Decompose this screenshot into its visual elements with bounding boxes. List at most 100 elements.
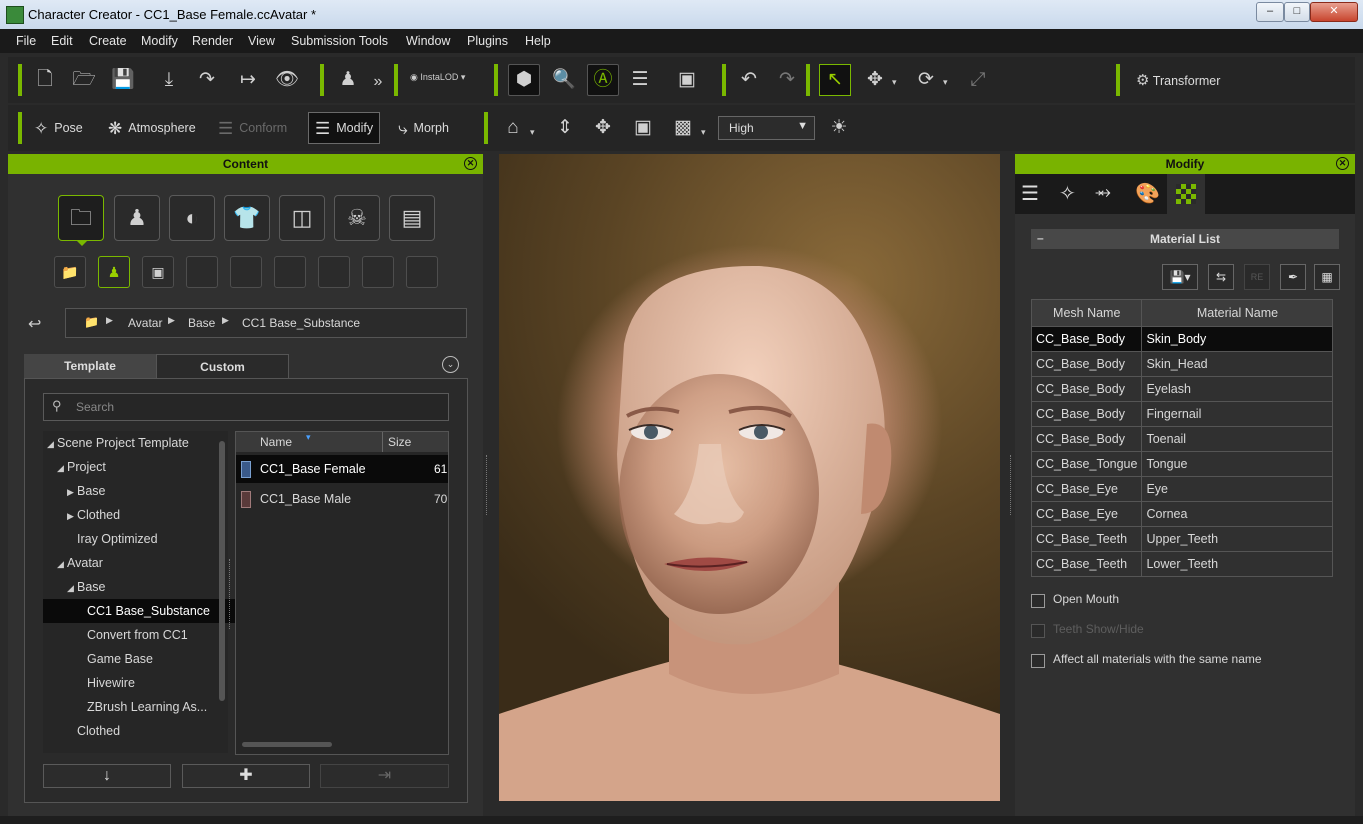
import-cc-icon[interactable]: ↷ — [192, 65, 222, 95]
eyedropper-button[interactable]: ✒ — [1280, 264, 1306, 290]
table-row[interactable]: CC_Base_Eye Eye — [1030, 476, 1334, 502]
save-material-button[interactable]: 💾▾ — [1162, 264, 1198, 290]
menu-submission-tools[interactable]: Submission Tools — [291, 34, 388, 48]
folder-category-icon[interactable]: 🗀 — [58, 195, 104, 241]
tree-item[interactable]: ◢ Avatar — [43, 551, 229, 575]
column-mesh-name[interactable]: Mesh Name — [1030, 299, 1143, 327]
maximize-button[interactable]: □ — [1284, 2, 1310, 22]
calendar-icon[interactable]: ▣ — [672, 65, 702, 95]
morph-button[interactable]: ⤷ Morph — [398, 113, 449, 143]
folder-icon[interactable]: 📁 — [54, 256, 86, 288]
open-mouth-checkbox[interactable] — [1031, 594, 1045, 608]
search-input[interactable]: ⚲ Search — [43, 393, 449, 421]
menu-render[interactable]: Render — [192, 34, 233, 48]
instalod-button[interactable]: ◉ InstaLOD ▾ — [410, 72, 465, 83]
menu-help[interactable]: Help — [525, 34, 551, 48]
fit-vertical-icon[interactable]: ⇕ — [550, 113, 580, 143]
material-category-icon[interactable]: ◐ — [169, 195, 215, 241]
add-button[interactable]: ✚ — [182, 764, 310, 788]
tree-item[interactable]: ◢ Project — [43, 455, 229, 479]
character-category-icon[interactable]: ♟ — [114, 195, 160, 241]
pose-category-icon[interactable]: ☠ — [334, 195, 380, 241]
atmosphere-button[interactable]: ❋ Atmosphere — [108, 113, 196, 143]
tree-item[interactable]: Clothed — [43, 719, 239, 743]
material-list-section-header[interactable]: – Material List — [1031, 229, 1339, 249]
accessory-category-icon[interactable]: ◫ — [279, 195, 325, 241]
back-arrow-icon[interactable]: ↩ — [28, 314, 41, 334]
table-row[interactable]: CC_Base_Teeth Upper_Teeth — [1030, 526, 1334, 552]
close-button[interactable]: ✕ — [1310, 2, 1358, 22]
avatar-template-icon[interactable]: ♟ — [98, 256, 130, 288]
preview-icon[interactable]: 👁 — [272, 65, 302, 95]
home-view-icon[interactable]: ⌂ — [498, 113, 528, 143]
frame-selected-icon[interactable]: ▣ — [628, 113, 658, 143]
tree-scrollbar[interactable] — [219, 441, 225, 701]
teeth-show-hide-checkbox[interactable] — [1031, 624, 1045, 638]
import-icon[interactable]: ⤓ — [154, 65, 184, 95]
zoom-icon[interactable]: 🔍 — [549, 65, 579, 95]
modify-button[interactable]: ☰ Modify — [308, 112, 381, 144]
checker-button[interactable]: ▦ — [1314, 264, 1340, 290]
motion-tab-icon[interactable]: ✧ — [1059, 181, 1076, 206]
table-row[interactable]: CC_Base_Body Skin_Body — [1030, 326, 1334, 352]
swap-button[interactable]: ⇆ — [1208, 264, 1234, 290]
select-cursor-icon[interactable]: ↖ — [819, 64, 851, 96]
conform-button[interactable]: ☰ Conform — [218, 113, 287, 143]
empty-slot-6[interactable] — [406, 256, 438, 288]
reset-button[interactable]: RE — [1244, 264, 1270, 290]
close-icon[interactable]: ✕ — [1336, 157, 1349, 170]
triangle-down-icon[interactable]: ◢ — [57, 552, 67, 576]
avatar-tool-icon[interactable]: ♟ — [333, 65, 363, 95]
appearance-tab-icon[interactable]: 🎨 — [1135, 181, 1160, 206]
settings-sliders-icon[interactable]: ☰ — [625, 65, 655, 95]
scale-icon[interactable]: ⤢ — [963, 65, 993, 95]
table-row[interactable]: CC_Base_Eye Cornea — [1030, 501, 1334, 527]
empty-slot-2[interactable] — [230, 256, 262, 288]
triangle-right-icon[interactable]: ▶ — [67, 480, 77, 504]
tree-item[interactable]: ▶ Base — [43, 479, 239, 503]
rotate-dropdown-icon[interactable]: ▾ — [943, 77, 948, 88]
tree-item[interactable]: ▶ Clothed — [43, 503, 239, 527]
list-header-size[interactable]: Size — [388, 435, 411, 449]
triangle-right-icon[interactable]: ▶ — [67, 504, 77, 528]
close-icon[interactable]: ✕ — [464, 157, 477, 170]
material-tab[interactable] — [1167, 174, 1205, 214]
morph-tab-icon[interactable]: ⥇ — [1095, 181, 1111, 204]
breadcrumb-current[interactable]: CC1 Base_Substance — [242, 316, 360, 330]
menu-modify[interactable]: Modify — [141, 34, 178, 48]
home-dropdown-icon[interactable]: ▾ — [530, 127, 535, 138]
menu-plugins[interactable]: Plugins — [467, 34, 508, 48]
list-item[interactable]: CC1_Base Male 70 — [236, 485, 448, 513]
collapse-chevron-icon[interactable]: ⌄ — [442, 356, 459, 373]
table-row[interactable]: CC_Base_Teeth Lower_Teeth — [1030, 551, 1334, 577]
left-splitter[interactable] — [486, 455, 489, 515]
list-header-name[interactable]: Name — [260, 435, 292, 449]
list-scrollbar[interactable] — [242, 742, 332, 747]
open-folder-icon[interactable]: 🗁 — [69, 65, 99, 95]
tree-item[interactable]: ◢ Base — [43, 575, 239, 599]
transformer-button[interactable]: ⚙ Transformer — [1136, 71, 1220, 89]
redo-icon[interactable]: ↷ — [772, 65, 802, 95]
triangle-down-icon[interactable]: ◢ — [67, 576, 77, 600]
empty-slot-1[interactable] — [186, 256, 218, 288]
triangle-down-icon[interactable]: ◢ — [47, 432, 57, 456]
zoom-extents-icon[interactable]: ▩ — [668, 113, 698, 143]
move-dropdown-icon[interactable]: ▾ — [892, 77, 897, 88]
auto-setup-icon[interactable]: Ⓐ — [587, 64, 619, 96]
move-icon[interactable]: ✥ — [860, 65, 890, 95]
table-row[interactable]: CC_Base_Body Toenail — [1030, 426, 1334, 452]
menu-window[interactable]: Window — [406, 34, 450, 48]
table-row[interactable]: CC_Base_Body Skin_Head — [1030, 351, 1334, 377]
new-file-icon[interactable]: 🗋 — [30, 65, 60, 95]
more-chevron-icon[interactable]: » — [363, 67, 393, 97]
download-button[interactable]: ↓ — [43, 764, 171, 788]
empty-slot-4[interactable] — [318, 256, 350, 288]
menu-file[interactable]: File — [16, 34, 36, 48]
table-row[interactable]: CC_Base_Body Eyelash — [1030, 376, 1334, 402]
pose-button[interactable]: ✧ Pose — [34, 113, 83, 143]
export-icon[interactable]: ↦ — [233, 65, 263, 95]
tree-item[interactable]: Iray Optimized — [43, 527, 239, 551]
breadcrumb-avatar[interactable]: Avatar — [128, 316, 162, 330]
splitter-handle[interactable] — [229, 559, 233, 629]
tab-custom[interactable]: Custom — [156, 354, 289, 379]
